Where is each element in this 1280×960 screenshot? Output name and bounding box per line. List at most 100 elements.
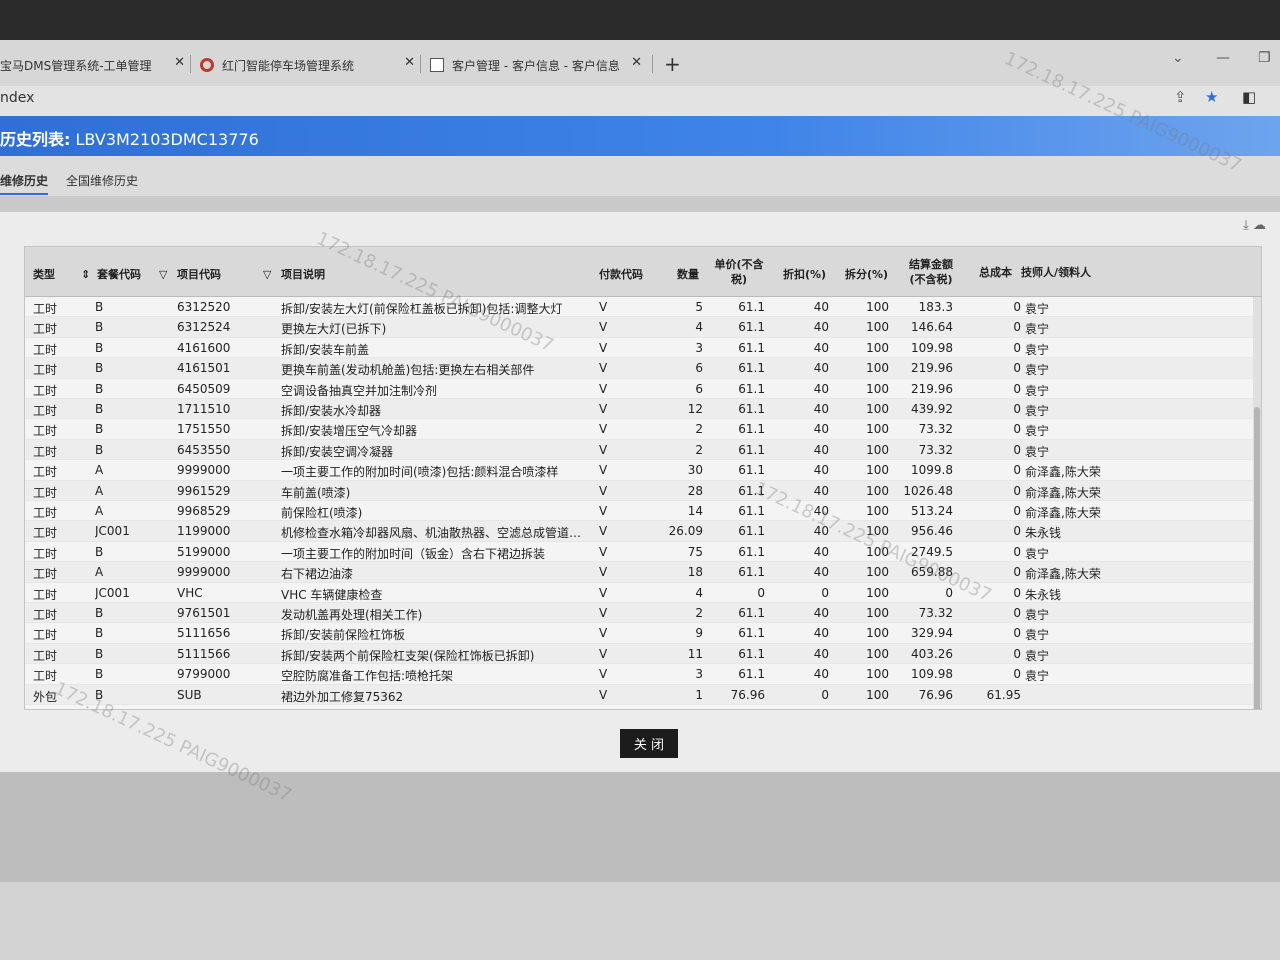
cell-split: 100 — [866, 667, 889, 682]
download-icon[interactable]: ⤓ — [1243, 218, 1249, 233]
cell-total-cost: 0 — [1013, 320, 1021, 335]
header-discount[interactable]: 折扣(%) — [783, 267, 826, 282]
table-row[interactable]: 工时 B 1751550 拆卸/安装增压空气冷却器 V 2 61.1 40 100 73.32 0 袁… — [25, 419, 1261, 440]
table-row[interactable]: 工时 B 5111656 拆卸/安装前保险杠饰板 V 9 61.1 40 100 329.94 0 袁… — [25, 623, 1261, 644]
cell-total-cost: 0 — [1013, 463, 1021, 478]
cell-pay-code: V — [599, 320, 608, 335]
cell-split: 100 — [866, 402, 889, 416]
cell-item-desc: 更换左大灯(已拆下) — [281, 322, 387, 337]
header-split[interactable]: 拆分(%) — [845, 267, 888, 282]
cell-package-code: B — [95, 422, 104, 437]
table-row[interactable]: 工时 A 9961529 车前盖(喷漆) V 28 61.1 40 100 1026.48 0 俞泽鑫… — [25, 480, 1261, 501]
table-row[interactable]: 工时 A 9968529 前保险杠(喷漆) V 14 61.1 40 100 513.24 0 俞泽鑫… — [25, 501, 1261, 522]
cell-total-cost: 0 — [1013, 565, 1021, 580]
close-icon[interactable]: ✕ — [404, 55, 415, 70]
table-row[interactable]: 工时 B 9761501 发动机盖再处理(相关工作) V 2 61.1 40 100 73.32 0… — [25, 603, 1261, 624]
cell-total-cost: 0 — [1013, 626, 1021, 641]
minimize-icon[interactable]: — — [1216, 50, 1230, 66]
cloud-icon[interactable]: ☁ — [1253, 218, 1266, 233]
header-settle-amount[interactable]: 结算金额(不含税) — [901, 257, 961, 287]
table-row[interactable]: 工时 B 6312524 更换左大灯(已拆下) V 4 61.1 40 100 146.64 0 袁宁 — [25, 317, 1261, 338]
cell-total-cost: 0 — [1013, 442, 1021, 457]
scrollbar-thumb[interactable] — [1254, 407, 1260, 709]
share-icon[interactable]: ⇪ — [1174, 88, 1187, 106]
close-icon[interactable]: ✕ — [631, 55, 642, 70]
cell-item-desc: 发动机盖再处理(相关工作) — [281, 608, 423, 622]
cell-discount: 40 — [813, 667, 829, 682]
address-bar[interactable] — [0, 86, 1280, 116]
cell-discount: 40 — [813, 442, 829, 457]
star-icon[interactable]: ★ — [1205, 88, 1218, 106]
sidepanel-icon[interactable]: ◧ — [1242, 88, 1256, 106]
table-row[interactable]: 工时 B 5199000 一项主要工作的附加时间（钣金）含右下裙边拆装 V 75 61.1 4… — [25, 542, 1261, 563]
table-row[interactable]: 工时 B 4161600 拆卸/安装车前盖 V 3 61.1 40 100 109.98 0 袁宁 — [25, 338, 1261, 359]
cell-pay-code: V — [599, 646, 608, 661]
cell-item-code: 9999000 — [177, 565, 231, 580]
cell-item-code: 5199000 — [177, 544, 231, 559]
cell-item-code: 6453550 — [177, 442, 231, 457]
cell-unit-price: 61.1 — [738, 381, 765, 396]
cell-split: 100 — [866, 544, 889, 559]
cell-item-desc: VHC 车辆健康检查 — [281, 587, 383, 602]
tab-repair-history[interactable]: 维修历史 — [0, 172, 49, 195]
table-row[interactable]: 工时 A 9999000 一项主要工作的附加时间(喷漆)包括:颜料混合喷漆样 V 30 61… — [25, 460, 1261, 481]
cell-item-desc: 拆卸/安装两个前保险杠支架(保险杠饰板已拆卸) — [281, 648, 535, 663]
sort-icon[interactable]: ⇕ — [81, 267, 90, 282]
table-row[interactable]: 工时 B 6312520 拆卸/安装左大灯(前保险杠盖板已拆卸)包括:调整大灯 V 5 61… — [25, 297, 1261, 318]
parking-logo-icon — [200, 58, 214, 72]
header-item-desc[interactable]: 项目说明 — [281, 267, 325, 282]
filter-icon[interactable]: ▽ — [159, 267, 167, 282]
chevron-down-icon[interactable]: ⌄ — [1172, 50, 1184, 66]
chart-favicon-icon — [430, 58, 444, 72]
cell-discount: 40 — [813, 626, 829, 641]
maximize-icon[interactable]: ❐ — [1258, 50, 1271, 66]
page-footer-area — [0, 882, 1280, 960]
cell-unit-price: 61.1 — [738, 402, 765, 416]
header-pay-code[interactable]: 付款代码 — [599, 267, 643, 282]
header-package-code[interactable]: 套餐代码 — [97, 267, 141, 282]
cell-settle-amount: 0 — [945, 585, 953, 600]
tab-dms-workorder[interactable]: 宝马DMS管理系统-工单管理 ✕ — [0, 50, 185, 80]
header-qty[interactable]: 数量 — [677, 267, 699, 282]
table-row[interactable]: 工时 B 9799000 空腔防腐准备工作包括:喷枪托架 V 3 61.1 40 100 109.… — [25, 664, 1261, 685]
header-technician[interactable]: 技师人/领料人 — [1021, 265, 1091, 280]
table-row[interactable]: 工时 B 4161501 更换车前盖(发动机舱盖)包括:更换左右相关部件 V 6 61.1 4… — [25, 358, 1261, 379]
cell-package-code: B — [95, 544, 104, 559]
header-item-code[interactable]: 项目代码 — [177, 267, 221, 282]
tab-customer-info[interactable]: 客户管理 - 客户信息 - 客户信息 ✕ — [430, 50, 642, 80]
cell-total-cost: 0 — [1013, 361, 1021, 376]
cell-unit-price: 61.1 — [738, 667, 765, 682]
cell-type: 工时 — [33, 546, 58, 561]
table-row[interactable]: 工时 JC001 1199000 机修检查水箱冷却器风扇、机油散热器、空滤总成管道等.… — [25, 521, 1261, 542]
cell-type: 工时 — [33, 526, 58, 541]
header-total-cost[interactable]: 总成本 — [979, 265, 1012, 280]
cell-discount: 40 — [813, 524, 829, 539]
tab-national-repair-history[interactable]: 全国维修历史 — [66, 172, 138, 189]
close-button[interactable]: 关 闭 — [620, 729, 678, 758]
table-row[interactable]: 工时 B 1711510 拆卸/安装水冷却器 V 12 61.1 40 100 439.92 0 袁宁 — [25, 399, 1261, 420]
table-row[interactable]: 工时 A 9999000 右下裙边油漆 V 18 61.1 40 100 659.88 0 俞泽鑫,陈… — [25, 562, 1261, 583]
cell-unit-price: 61.1 — [738, 442, 765, 457]
table-row[interactable]: 工时 B 6453550 拆卸/安装空调冷凝器 V 2 61.1 40 100 73.32 0 袁宁 — [25, 439, 1261, 461]
close-icon[interactable]: ✕ — [174, 55, 185, 70]
table-row[interactable]: 外包 B SUB 裙边外加工修复75362 V 1 76.96 0 100 76.96 61.95 — [25, 684, 1261, 705]
header-unit-price[interactable]: 单价(不含税) — [713, 257, 765, 287]
cell-qty: 5 — [695, 300, 703, 314]
address-url[interactable]: ndex — [0, 90, 34, 106]
cell-pay-code: V — [599, 504, 608, 518]
table-row[interactable]: 工时 B 5111566 拆卸/安装两个前保险杠支架(保险杠饰板已拆卸) V 11 61.1… — [25, 643, 1261, 665]
tab-parking-system[interactable]: 红门智能停车场管理系统 ✕ — [200, 50, 415, 80]
table-row[interactable]: 工时 B 6450509 空调设备抽真空并加注制冷剂 V 6 61.1 40 100 219.96… — [25, 379, 1261, 399]
cell-discount: 0 — [821, 687, 829, 702]
cell-total-cost: 0 — [1013, 300, 1021, 314]
filter-icon[interactable]: ▽ — [263, 267, 271, 282]
cell-discount: 40 — [813, 381, 829, 396]
cell-pay-code: V — [599, 606, 608, 620]
cell-unit-price: 61.1 — [738, 361, 765, 376]
table-row[interactable]: 工时 JC001 VHC VHC 车辆健康检查 V 4 0 0 100 0 0 朱永钱 — [25, 583, 1261, 603]
cell-unit-price: 61.1 — [738, 565, 765, 580]
header-type[interactable]: 类型 — [33, 267, 55, 282]
new-tab-button[interactable]: + — [664, 52, 681, 76]
cell-type: 工时 — [33, 506, 58, 520]
scrollbar[interactable] — [1253, 297, 1261, 709]
